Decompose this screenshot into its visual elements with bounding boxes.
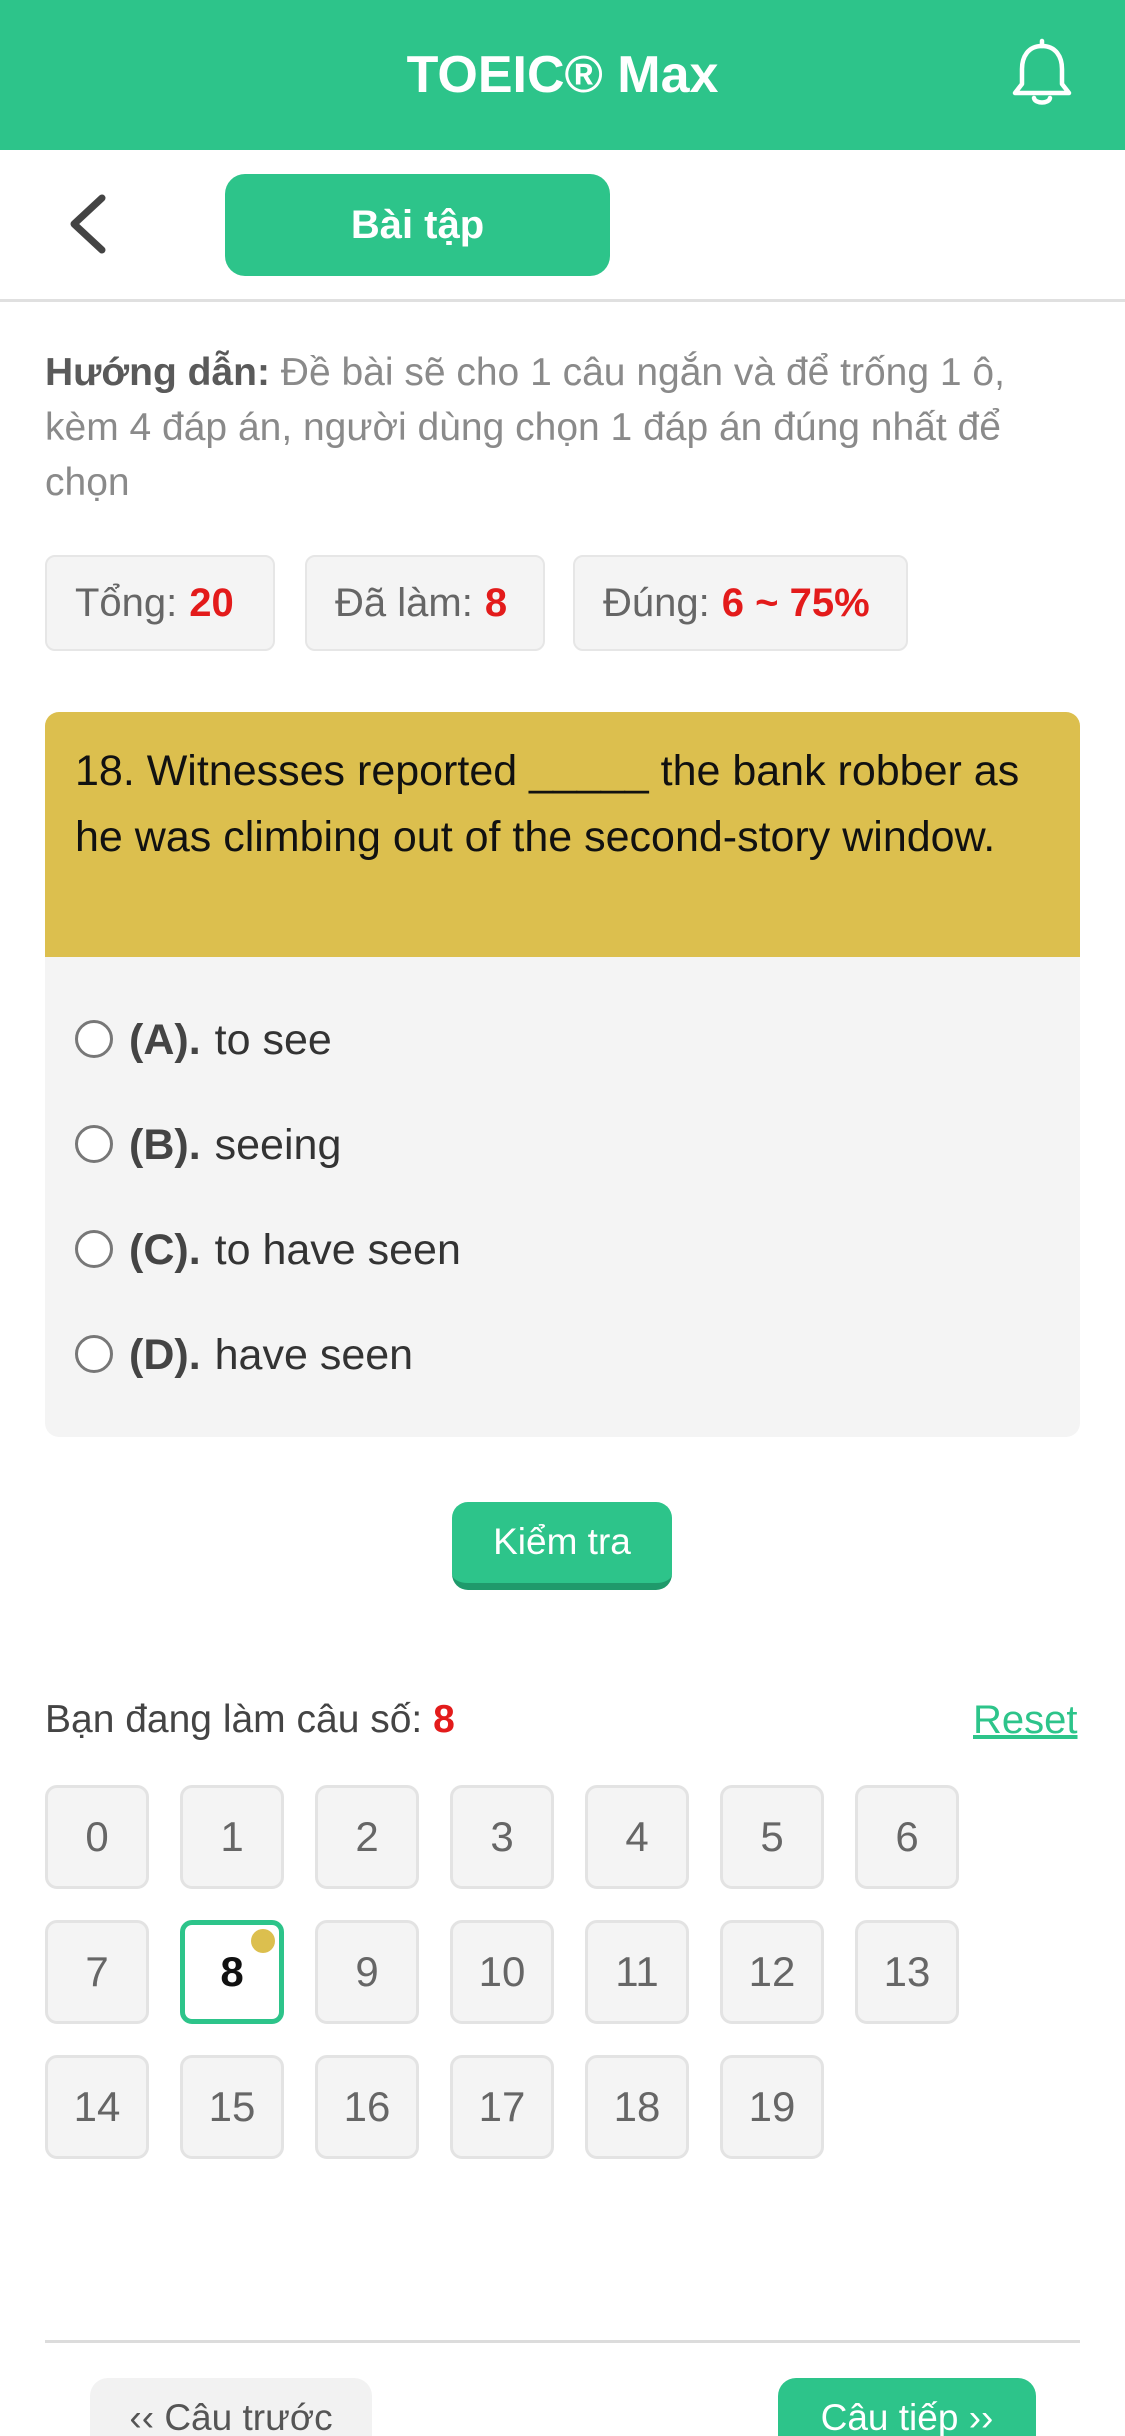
option-d[interactable]: (D). have seen bbox=[75, 1325, 413, 1385]
question-number-button[interactable]: 12 bbox=[720, 1920, 824, 2024]
question-number-button[interactable]: 9 bbox=[315, 1920, 419, 2024]
question-number-button[interactable]: 19 bbox=[720, 2055, 824, 2159]
radio-icon[interactable] bbox=[75, 1124, 113, 1163]
option-label: (C). bbox=[129, 1226, 201, 1274]
answered-dot bbox=[251, 1929, 275, 1953]
stat-total: Tổng: 20 bbox=[45, 555, 275, 651]
question-number-button[interactable]: 17 bbox=[450, 2055, 554, 2159]
stat-done-label: Đã làm: bbox=[335, 581, 473, 625]
question-number-button[interactable]: 15 bbox=[180, 2055, 284, 2159]
stat-total-value: 20 bbox=[189, 581, 234, 625]
stat-done-value: 8 bbox=[484, 581, 508, 625]
question-number-button[interactable]: 18 bbox=[585, 2055, 689, 2159]
option-b[interactable]: (B). seeing bbox=[75, 1115, 341, 1175]
instructions: Hướng dẫn: Đề bài sẽ cho 1 câu ngắn và đ… bbox=[45, 345, 1085, 510]
current-question-value: 8 bbox=[433, 1698, 455, 1741]
option-text: to see bbox=[214, 1016, 332, 1064]
radio-icon[interactable] bbox=[75, 1019, 113, 1058]
question-text: 18. Witnesses reported _____ the bank ro… bbox=[45, 712, 1080, 957]
answer-options: (A). to see (B). seeing (C). to have seen (… bbox=[45, 957, 1080, 1437]
option-c[interactable]: (C). to have seen bbox=[75, 1220, 461, 1280]
sub-header: Bài tập bbox=[0, 150, 1125, 302]
question-number-button[interactable]: 7 bbox=[45, 1920, 149, 2024]
chevron-left-icon[interactable] bbox=[62, 192, 116, 256]
reset-link[interactable]: Reset bbox=[973, 1698, 1078, 1743]
current-question-indicator: Bạn đang làm câu số: 8 bbox=[45, 1698, 455, 1742]
tab-bai-tap[interactable]: Bài tập bbox=[225, 174, 610, 276]
stat-correct: Đúng: 6 ~ 75% bbox=[573, 555, 908, 651]
option-label: (B). bbox=[129, 1121, 201, 1169]
question-number-button[interactable]: 6 bbox=[855, 1785, 959, 1889]
question-number-button[interactable]: 5 bbox=[720, 1785, 824, 1889]
question-number-button[interactable]: 1 bbox=[180, 1785, 284, 1889]
radio-icon[interactable] bbox=[75, 1229, 113, 1268]
stat-done: Đã làm: 8 bbox=[305, 555, 545, 651]
next-question-button[interactable]: Câu tiếp ›› bbox=[778, 2378, 1036, 2436]
radio-icon[interactable] bbox=[75, 1334, 113, 1373]
question-number-button[interactable]: 10 bbox=[450, 1920, 554, 2024]
previous-question-button[interactable]: ‹‹ Câu trước bbox=[90, 2378, 372, 2436]
question-number-button[interactable]: 4 bbox=[585, 1785, 689, 1889]
bell-icon[interactable] bbox=[1005, 38, 1079, 112]
question-number-button[interactable]: 16 bbox=[315, 2055, 419, 2159]
stat-correct-label: Đúng: bbox=[603, 581, 710, 625]
footer-divider bbox=[45, 2340, 1080, 2343]
option-label: (D). bbox=[129, 1331, 201, 1379]
question-number-button[interactable]: 0 bbox=[45, 1785, 149, 1889]
option-label: (A). bbox=[129, 1016, 201, 1064]
option-text: have seen bbox=[214, 1331, 414, 1379]
instructions-label: Hướng dẫn: bbox=[45, 351, 270, 394]
question-number-button-current[interactable]: 8 bbox=[180, 1920, 284, 2024]
top-app-bar: TOEIC® Max bbox=[0, 0, 1125, 150]
question-number-button[interactable]: 11 bbox=[585, 1920, 689, 2024]
current-question-label: Bạn đang làm câu số: bbox=[45, 1698, 423, 1741]
stat-total-label: Tổng: bbox=[75, 581, 178, 625]
question-number-label: 8 bbox=[220, 1948, 244, 1995]
option-text: seeing bbox=[214, 1121, 342, 1169]
stat-correct-value: 6 ~ 75% bbox=[721, 581, 870, 625]
check-answer-button[interactable]: Kiểm tra bbox=[452, 1502, 672, 1590]
app-title: TOEIC® Max bbox=[406, 46, 719, 104]
option-text: to have seen bbox=[214, 1226, 461, 1274]
question-number-button[interactable]: 13 bbox=[855, 1920, 959, 2024]
question-number-button[interactable]: 14 bbox=[45, 2055, 149, 2159]
option-a[interactable]: (A). to see bbox=[75, 1010, 332, 1070]
question-number-button[interactable]: 2 bbox=[315, 1785, 419, 1889]
question-number-button[interactable]: 3 bbox=[450, 1785, 554, 1889]
